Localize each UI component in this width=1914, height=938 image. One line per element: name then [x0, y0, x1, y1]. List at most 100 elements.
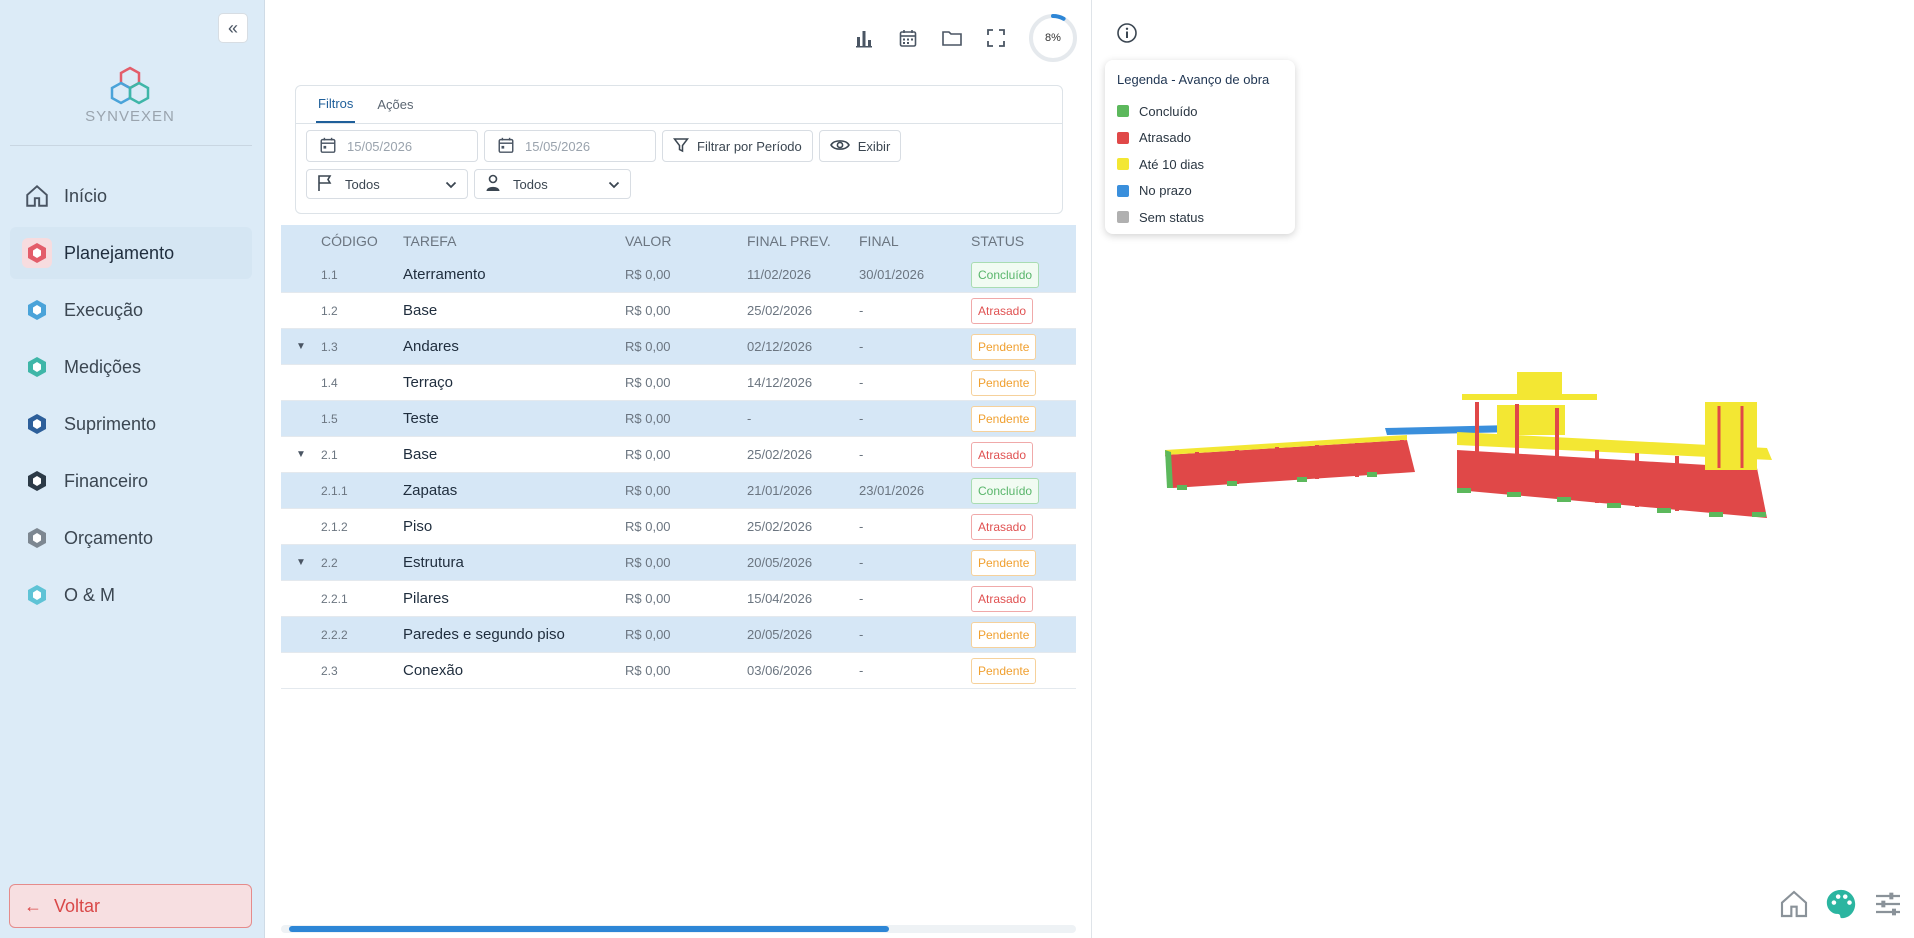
legend-swatch — [1117, 211, 1129, 224]
header-task[interactable]: TAREFA — [403, 233, 625, 249]
home-icon[interactable] — [1778, 888, 1810, 925]
status-badge: Atrasado — [971, 513, 1034, 540]
back-button-label: Voltar — [54, 895, 101, 916]
filter-by-period-button[interactable]: Filtrar por Período — [662, 130, 813, 162]
cell-code: 2.2.2 — [321, 627, 348, 642]
cell-code: 2.1.1 — [321, 483, 348, 498]
status-badge: Concluído — [971, 477, 1040, 504]
home-icon — [22, 181, 52, 211]
table-row[interactable]: 1.1 Aterramento R$ 0,00 11/02/2026 30/01… — [281, 257, 1076, 293]
cell-code: 2.2.1 — [321, 591, 348, 606]
building-3d-model[interactable] — [1157, 360, 1837, 540]
viewer-tools — [1778, 887, 1904, 926]
sidebar-item-inicio[interactable]: Início — [10, 170, 252, 222]
status-badge: Concluído — [971, 261, 1040, 288]
back-button[interactable]: ← Voltar — [9, 884, 252, 928]
measurements-icon — [22, 352, 52, 382]
legend-item: Concluído — [1117, 98, 1283, 125]
sidebar-item-medicoes[interactable]: Medições — [10, 341, 252, 393]
sidebar-item-execucao[interactable]: Execução — [10, 284, 252, 336]
calendar-icon[interactable] — [895, 25, 921, 51]
person-select[interactable]: Todos — [474, 169, 631, 199]
cell-value: R$ 0,00 — [625, 627, 671, 642]
cell-final-prev: 21/01/2026 — [747, 483, 813, 498]
table-row[interactable]: ▼ 2.1 Base R$ 0,00 25/02/2026 - Atrasado — [281, 437, 1076, 473]
collapse-sidebar-button[interactable]: « — [218, 13, 248, 43]
cell-final-prev: 20/05/2026 — [747, 627, 813, 642]
status-badge: Pendente — [971, 405, 1037, 432]
tab-acoes[interactable]: Ações — [375, 86, 415, 123]
end-date-placeholder: 15/05/2026 — [525, 138, 591, 154]
sliders-icon[interactable] — [1872, 888, 1904, 925]
table-row[interactable]: 2.3 Conexão R$ 0,00 03/06/2026 - Pendent… — [281, 653, 1076, 689]
header-final-prev[interactable]: FINAL PREV. — [747, 233, 859, 249]
cell-value: R$ 0,00 — [625, 519, 671, 534]
filter-tabs: Filtros Ações — [296, 86, 1062, 124]
cell-task: Base — [403, 302, 438, 319]
header-value[interactable]: VALOR — [625, 233, 747, 249]
end-date-input[interactable]: 15/05/2026 — [484, 130, 656, 162]
model-viewer[interactable]: Legenda - Avanço de obra Concluído Atras… — [1092, 0, 1914, 938]
cell-final-prev: 02/12/2026 — [747, 339, 813, 354]
status-badge: Pendente — [971, 657, 1037, 684]
finance-icon — [22, 466, 52, 496]
sidebar-item-label: Medições — [64, 356, 142, 377]
header-final[interactable]: FINAL — [859, 233, 971, 249]
info-icon[interactable] — [1116, 22, 1138, 44]
folder-icon[interactable] — [939, 25, 965, 51]
legend-item: Atrasado — [1117, 125, 1283, 152]
palette-icon[interactable] — [1824, 887, 1858, 926]
table-row[interactable]: 1.2 Base R$ 0,00 25/02/2026 - Atrasado — [281, 293, 1076, 329]
show-button-label: Exibir — [857, 138, 891, 154]
cell-value: R$ 0,00 — [625, 555, 671, 570]
horizontal-scrollbar[interactable] — [281, 925, 1076, 933]
sidebar-item-om[interactable]: O & M — [10, 569, 252, 621]
filter-row-dates: 15/05/2026 15/05/2026 Filtrar por Períod… — [296, 124, 1062, 162]
bar-chart-icon[interactable] — [851, 25, 877, 51]
start-date-input[interactable]: 15/05/2026 — [306, 130, 478, 162]
sidebar-item-suprimento[interactable]: Suprimento — [10, 398, 252, 450]
header-status[interactable]: STATUS — [971, 233, 1071, 249]
table-row[interactable]: 2.1.2 Piso R$ 0,00 25/02/2026 - Atrasado — [281, 509, 1076, 545]
fullscreen-icon[interactable] — [983, 25, 1009, 51]
scrollbar-thumb[interactable] — [289, 926, 889, 932]
header-code[interactable]: CÓDIGO — [321, 233, 403, 249]
calendar-icon — [319, 136, 337, 157]
app-root: « SYNVEXEN Início Planejamento Execução … — [0, 0, 1914, 938]
table-row[interactable]: ▼ 2.2 Estrutura R$ 0,00 20/05/2026 - Pen… — [281, 545, 1076, 581]
table-row[interactable]: 1.4 Terraço R$ 0,00 14/12/2026 - Pendent… — [281, 365, 1076, 401]
cell-code: 1.5 — [321, 411, 338, 426]
cell-final: 23/01/2026 — [859, 483, 925, 498]
status-badge: Pendente — [971, 333, 1037, 360]
status-badge: Atrasado — [971, 297, 1034, 324]
cell-code: 2.1.2 — [321, 519, 348, 534]
caret-down-icon[interactable]: ▼ — [281, 449, 321, 460]
cell-task: Base — [403, 446, 438, 463]
legend-swatch — [1117, 158, 1129, 171]
legend-item: No prazo — [1117, 178, 1283, 205]
table-row[interactable]: 1.5 Teste R$ 0,00 - - Pendente — [281, 401, 1076, 437]
sidebar-item-orcamento[interactable]: Orçamento — [10, 512, 252, 564]
sidebar-item-financeiro[interactable]: Financeiro — [10, 455, 252, 507]
caret-down-icon[interactable]: ▼ — [281, 557, 321, 568]
tab-filtros[interactable]: Filtros — [316, 86, 356, 123]
cell-code: 2.1 — [321, 447, 338, 462]
legend-label: Atrasado — [1139, 130, 1192, 146]
table-row[interactable]: 2.2.1 Pilares R$ 0,00 15/04/2026 - Atras… — [281, 581, 1076, 617]
flag-select[interactable]: Todos — [306, 169, 468, 199]
sidebar-item-planejamento[interactable]: Planejamento — [10, 227, 252, 279]
cell-task: Conexão — [403, 662, 464, 679]
caret-down-icon[interactable]: ▼ — [281, 341, 321, 352]
show-button[interactable]: Exibir — [818, 130, 902, 162]
flag-icon — [317, 174, 333, 195]
table-row[interactable]: 2.1.1 Zapatas R$ 0,00 21/01/2026 23/01/2… — [281, 473, 1076, 509]
progress-indicator: 8% — [1027, 12, 1079, 64]
legend-label: Concluído — [1139, 103, 1198, 119]
table-row[interactable]: 2.2.2 Paredes e segundo piso R$ 0,00 20/… — [281, 617, 1076, 653]
cell-final: - — [859, 519, 864, 534]
sidebar-item-label: O & M — [64, 584, 116, 605]
start-date-placeholder: 15/05/2026 — [347, 138, 413, 154]
calendar-icon — [497, 136, 515, 157]
budget-icon — [22, 523, 52, 553]
table-row[interactable]: ▼ 1.3 Andares R$ 0,00 02/12/2026 - Pende… — [281, 329, 1076, 365]
